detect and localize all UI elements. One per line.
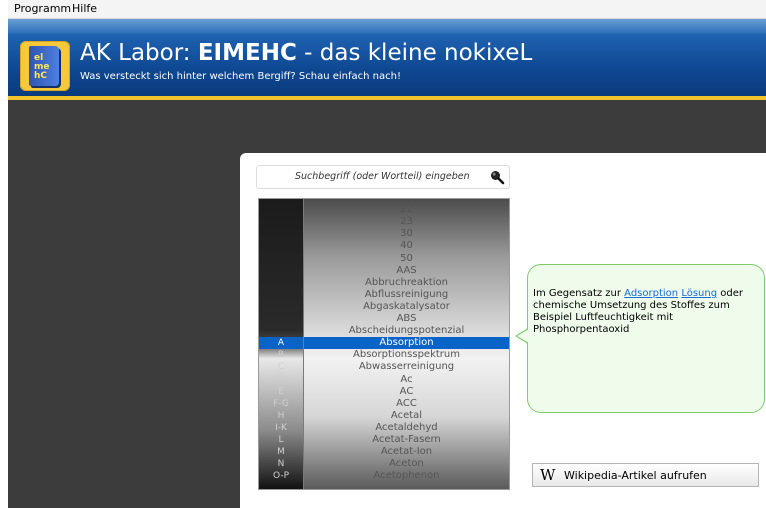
- bubble-tail-fill: [517, 329, 529, 343]
- letter-item[interactable]: F-G: [259, 398, 303, 410]
- title-brand: EIMEHC: [197, 40, 297, 66]
- menu-programm[interactable]: Programm: [14, 2, 71, 15]
- link-loesung[interactable]: Lösung: [681, 288, 717, 299]
- term-item[interactable]: AAS: [304, 265, 509, 277]
- logo-text: el me hC: [34, 53, 50, 81]
- term-item[interactable]: Aceton: [304, 458, 509, 470]
- term-item[interactable]: Abbruchreaktion: [304, 277, 509, 289]
- search-input[interactable]: Suchbegriff (oder Wortteil) eingeben: [256, 165, 510, 189]
- term-item[interactable]: Acetat-Fasern: [304, 434, 509, 446]
- letter-item[interactable]: L: [259, 434, 303, 446]
- app-title: AK Labor: EIMEHC - das kleine nokixeL: [80, 40, 532, 66]
- term-item[interactable]: ACC: [304, 398, 509, 410]
- letter-item[interactable]: E: [259, 386, 303, 398]
- term-item[interactable]: Acetal: [304, 410, 509, 422]
- term-item[interactable]: Acetaldehyd: [304, 422, 509, 434]
- term-item[interactable]: Ac: [304, 374, 509, 386]
- term-item[interactable]: Absorptionsspektrum: [304, 349, 509, 361]
- app-logo: el me hC: [20, 41, 70, 91]
- letter-item[interactable]: I-K: [259, 422, 303, 434]
- letter-index[interactable]: A B C D E F-G H I-K L M N O-P: [259, 199, 304, 489]
- letter-item[interactable]: [259, 228, 303, 240]
- term-item[interactable]: Absorption: [304, 337, 509, 350]
- term-item[interactable]: 23: [304, 216, 509, 228]
- title-prefix: AK Labor:: [80, 40, 191, 66]
- term-item[interactable]: Abwasserreinigung: [304, 361, 509, 373]
- wikipedia-icon: W: [540, 466, 556, 484]
- letter-item[interactable]: O-P: [259, 470, 303, 482]
- header-band: [8, 19, 766, 34]
- app-window: Programm Hilfe el me hC AK Labor: EIMEHC…: [8, 0, 766, 508]
- definition-bubble: Im Gegensatz zur Adsorption Lösung oder …: [527, 264, 765, 413]
- letter-item[interactable]: [259, 240, 303, 252]
- definition-text: Im Gegensatz zur Adsorption Lösung oder …: [533, 288, 759, 336]
- term-item[interactable]: [304, 199, 509, 204]
- letter-item[interactable]: [259, 313, 303, 325]
- wikipedia-button-label: Wikipedia-Artikel aufrufen: [564, 469, 707, 482]
- letter-item[interactable]: [259, 265, 303, 277]
- letter-item[interactable]: [259, 301, 303, 313]
- term-item[interactable]: Acetat-Ion: [304, 446, 509, 458]
- term-column[interactable]: 22 23 30 40 50 AAS Abbruchreaktion Abflussreini…: [304, 199, 509, 489]
- letter-item[interactable]: [259, 277, 303, 289]
- term-item[interactable]: ABS: [304, 313, 509, 325]
- term-item[interactable]: Abgaskatalysator: [304, 301, 509, 313]
- letter-item[interactable]: [259, 325, 303, 337]
- menu-hilfe[interactable]: Hilfe: [72, 2, 97, 15]
- term-item[interactable]: 40: [304, 240, 509, 252]
- header-divider: [8, 96, 766, 100]
- term-item[interactable]: Abscheidungspotenzial: [304, 325, 509, 337]
- term-list[interactable]: A B C D E F-G H I-K L M N O-P 22 23 30 40 50 AAS Abbruchr…: [258, 198, 510, 490]
- magnifier-icon[interactable]: [489, 169, 505, 185]
- letter-item[interactable]: N: [259, 458, 303, 470]
- menu-bar: Programm Hilfe: [8, 0, 766, 19]
- letter-item[interactable]: B: [259, 349, 303, 361]
- search-placeholder: Suchbegriff (oder Wortteil) eingeben: [295, 171, 470, 182]
- letter-item[interactable]: C: [259, 361, 303, 373]
- term-item[interactable]: 50: [304, 253, 509, 265]
- letter-item[interactable]: [259, 204, 303, 216]
- term-item[interactable]: AC: [304, 386, 509, 398]
- term-item[interactable]: Acetophenon: [304, 470, 509, 482]
- letter-item[interactable]: M: [259, 446, 303, 458]
- app-subtitle: Was versteckt sich hinter welchem Bergif…: [80, 71, 401, 82]
- letter-item[interactable]: A: [259, 337, 303, 350]
- title-suffix: - das kleine nokixeL: [304, 40, 533, 66]
- link-adsorption[interactable]: Adsorption: [624, 288, 678, 299]
- book-icon: el me hC: [29, 46, 59, 86]
- definition-part1: Im Gegensatz zur: [533, 288, 625, 299]
- term-item[interactable]: 22: [304, 204, 509, 216]
- term-item[interactable]: Abflussreinigung: [304, 289, 509, 301]
- letter-item[interactable]: [259, 289, 303, 301]
- letter-item[interactable]: H: [259, 410, 303, 422]
- letter-item[interactable]: [259, 252, 303, 264]
- term-item[interactable]: 30: [304, 228, 509, 240]
- letter-item[interactable]: [259, 216, 303, 228]
- wikipedia-button[interactable]: W Wikipedia-Artikel aufrufen: [532, 463, 759, 487]
- letter-item[interactable]: D: [259, 373, 303, 385]
- main-panel: Suchbegriff (oder Wortteil) eingeben ABC…: [240, 153, 766, 508]
